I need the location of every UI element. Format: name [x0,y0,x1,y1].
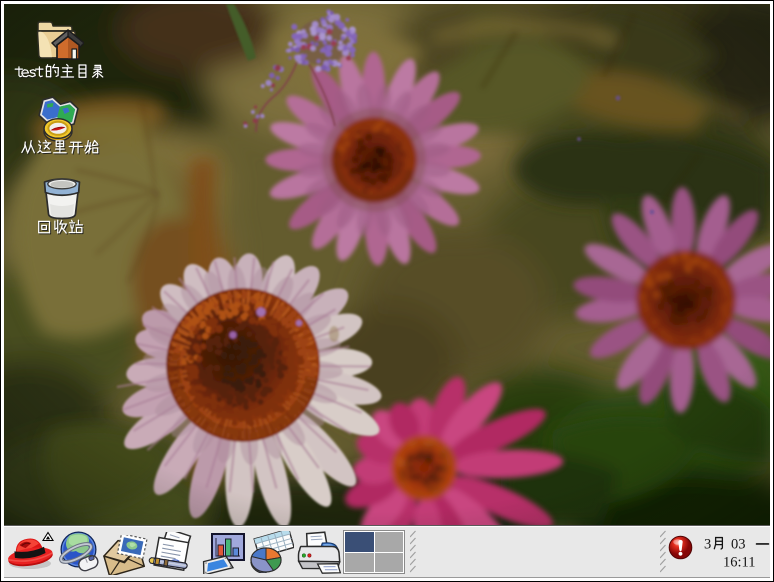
svg-text:3: 3 [704,537,711,553]
svg-text:16:11: 16:11 [723,555,756,571]
svg-text:03: 03 [731,537,746,553]
